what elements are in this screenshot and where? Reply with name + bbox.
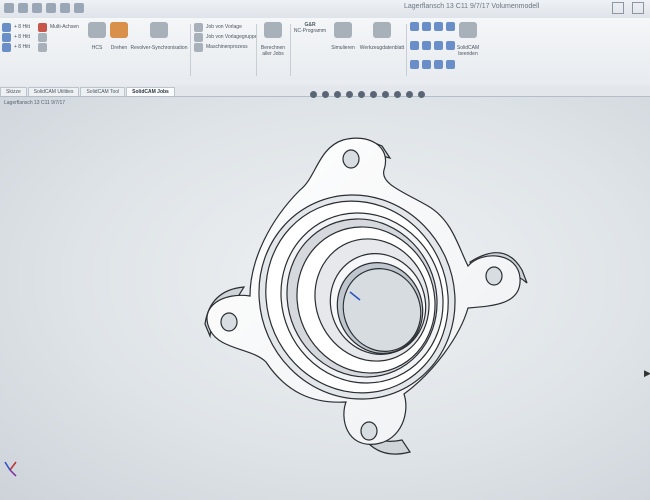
flange-3d-model[interactable] [0,0,650,500]
coordinate-triad-icon [4,461,17,477]
mouse-pointer-icon: ▶ [644,368,650,378]
